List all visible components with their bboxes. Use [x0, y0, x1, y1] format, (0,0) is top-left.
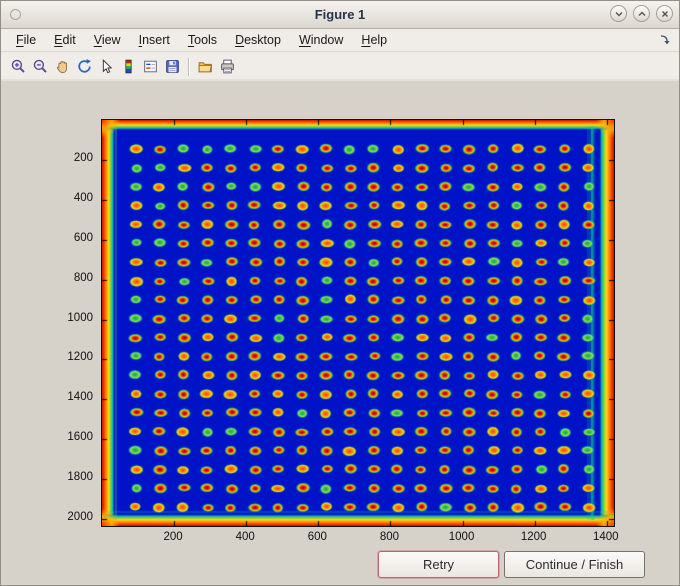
menu-file[interactable]: File: [7, 31, 45, 49]
print-icon: [220, 59, 234, 74]
maximize-button[interactable]: [633, 5, 650, 22]
titlebar[interactable]: Figure 1: [1, 1, 679, 29]
print-button[interactable]: [216, 56, 238, 78]
window-menu-icon[interactable]: [10, 9, 21, 20]
menu-desktop[interactable]: Desktop: [226, 31, 290, 49]
toolbar-separator: [188, 57, 189, 76]
retry-button[interactable]: Retry: [378, 551, 499, 578]
legend-button[interactable]: [139, 56, 161, 78]
menu-help[interactable]: Help: [352, 31, 396, 49]
continue-finish-button[interactable]: Continue / Finish: [504, 551, 645, 578]
menu-tools[interactable]: Tools: [179, 31, 226, 49]
colorbar-button[interactable]: [117, 56, 139, 78]
pan-button[interactable]: [51, 56, 73, 78]
menu-edit[interactable]: Edit: [45, 31, 85, 49]
figure-window: Figure 1 File Edit View Insert Tools Desktop W…: [0, 0, 680, 586]
save-button[interactable]: [161, 56, 183, 78]
minimize-button[interactable]: [610, 5, 627, 22]
axes: [101, 119, 615, 527]
dock-figure-button[interactable]: [659, 34, 671, 46]
close-icon: [661, 10, 668, 17]
menu-items: File Edit View Insert Tools Desktop Window Help: [7, 31, 396, 49]
menu-insert[interactable]: Insert: [130, 31, 179, 49]
zoom-out-icon: [33, 59, 47, 73]
save-icon: [165, 60, 179, 73]
menu-window[interactable]: Window: [290, 31, 352, 49]
window-controls: [610, 5, 673, 22]
close-button[interactable]: [656, 5, 673, 22]
figure-toolbar: [1, 52, 679, 82]
open-folder-button[interactable]: [194, 56, 216, 78]
zoom-out-button[interactable]: [29, 56, 51, 78]
pan-icon: [56, 61, 67, 74]
zoom-in-button[interactable]: [7, 56, 29, 78]
chevron-up-icon: [638, 11, 645, 16]
edit-plot-button[interactable]: [95, 56, 117, 78]
menu-view[interactable]: View: [85, 31, 130, 49]
colorbar-icon: [124, 59, 132, 74]
dock-figure-icon: [660, 35, 670, 45]
rotate-3d-button[interactable]: [73, 56, 95, 78]
open-folder-icon: [198, 62, 212, 73]
chevron-down-icon: [615, 11, 622, 16]
rotate-3d-icon: [77, 59, 91, 73]
edit-plot-icon: [102, 58, 112, 74]
menubar: File Edit View Insert Tools Desktop Window Help: [1, 29, 679, 52]
legend-icon: [143, 60, 157, 73]
window-title: Figure 1: [314, 7, 366, 22]
plate-image[interactable]: [102, 120, 614, 526]
zoom-in-icon: [11, 59, 25, 73]
